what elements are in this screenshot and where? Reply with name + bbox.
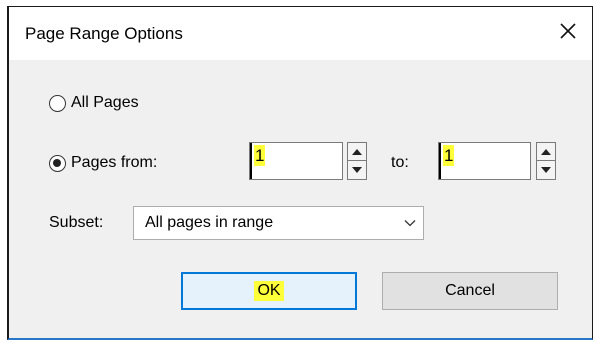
from-page-input-inner: 1 (250, 143, 342, 179)
to-page-value: 1 (443, 145, 455, 166)
from-spin-up-button[interactable] (348, 143, 366, 161)
to-page-spinner (536, 142, 556, 180)
title-bar: Page Range Options (9, 7, 592, 60)
pages-from-radio-row[interactable]: Pages from: (49, 154, 157, 172)
cancel-button[interactable]: Cancel (382, 272, 558, 310)
from-page-value: 1 (254, 145, 266, 166)
from-page-input[interactable]: 1 (249, 142, 343, 180)
from-spin-down-button[interactable] (348, 160, 366, 179)
close-button[interactable] (554, 17, 582, 45)
triangle-up-icon (352, 149, 362, 155)
ok-button[interactable]: OK (181, 272, 357, 310)
subset-dropdown-button[interactable] (397, 207, 423, 239)
triangle-down-icon (541, 167, 551, 173)
to-spin-up-button[interactable] (537, 143, 555, 161)
cancel-button-label: Cancel (445, 282, 495, 299)
pages-from-label: Pages from: (71, 154, 158, 171)
all-pages-radio-row[interactable]: All Pages (49, 94, 139, 112)
ok-button-label: OK (254, 281, 284, 301)
chevron-down-icon (404, 220, 416, 227)
page-range-options-dialog: Page Range Options All Pages Pages from:… (7, 6, 593, 340)
triangle-up-icon (541, 149, 551, 155)
all-pages-radio[interactable] (49, 94, 66, 112)
all-pages-label: All Pages (71, 94, 139, 111)
subset-select[interactable]: All pages in range (133, 206, 424, 240)
dialog-title: Page Range Options (25, 24, 183, 43)
pages-from-radio[interactable] (49, 154, 66, 172)
subset-selected-value: All pages in range (145, 214, 274, 231)
triangle-down-icon (352, 167, 362, 173)
to-label: to: (391, 154, 409, 171)
close-icon (560, 23, 576, 39)
to-page-input[interactable]: 1 (438, 142, 531, 180)
subset-label: Subset: (49, 214, 104, 231)
from-page-spinner (347, 142, 367, 180)
to-page-input-inner: 1 (439, 143, 530, 179)
to-spin-down-button[interactable] (537, 160, 555, 179)
